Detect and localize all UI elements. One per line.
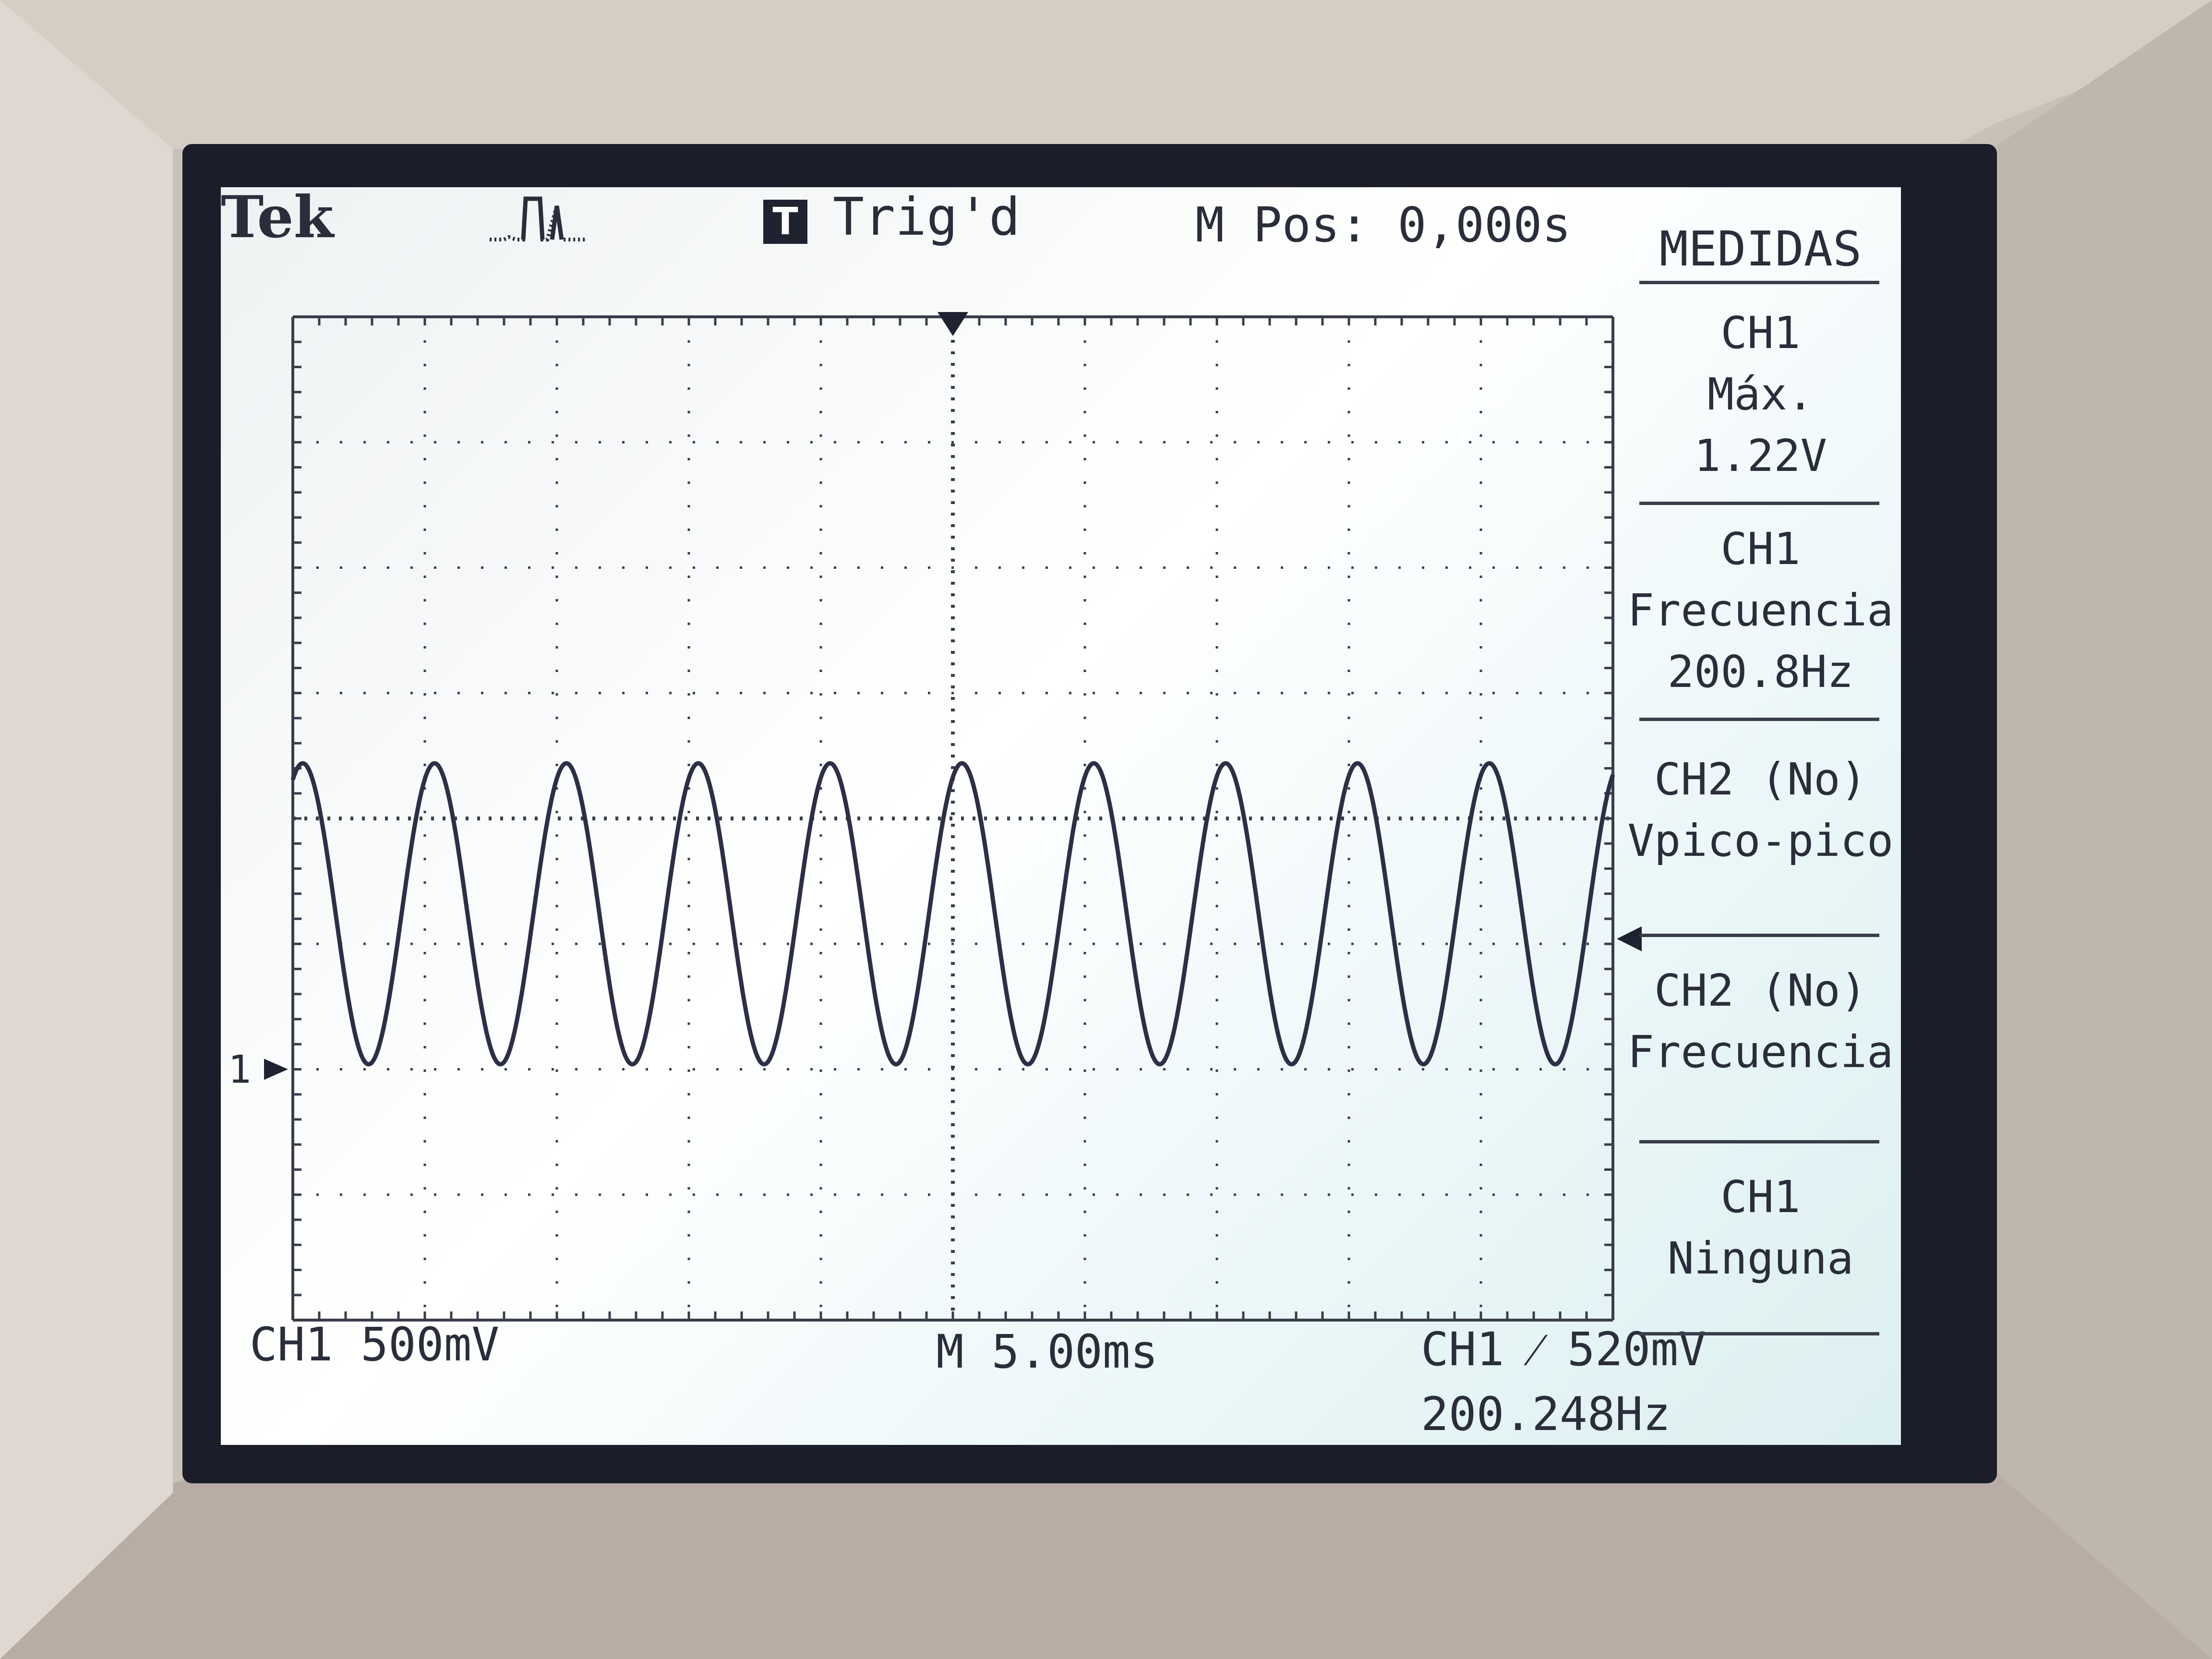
measurement-source: CH1 xyxy=(1720,523,1801,575)
measurement-type: Frecuencia xyxy=(1627,1026,1894,1078)
timebase-readout: M 5.00ms xyxy=(936,1325,1158,1379)
menu-divider xyxy=(1639,281,1879,284)
measurement-source: CH2 (No) xyxy=(1654,965,1867,1016)
measurement-slot-2[interactable]: CH1 Frecuencia 200.8Hz xyxy=(1620,518,1901,703)
menu-divider xyxy=(1639,1140,1879,1143)
measurement-type: Ninguna xyxy=(1667,1233,1854,1284)
measurement-type: Frecuencia xyxy=(1627,585,1894,636)
menu-divider xyxy=(1639,502,1879,505)
measurement-source: CH1 xyxy=(1720,1171,1801,1223)
menu-divider xyxy=(1639,934,1879,937)
measurement-slot-3[interactable]: CH2 (No) Vpico-pico xyxy=(1620,749,1901,872)
measurement-slot-1[interactable]: CH1 Máx. 1.22V xyxy=(1620,302,1901,487)
graticule-grid xyxy=(291,315,1614,1322)
measurement-slot-4[interactable]: CH2 (No) Frecuencia xyxy=(1620,960,1901,1083)
menu-divider xyxy=(1639,1332,1879,1335)
measurement-value: 200.8Hz xyxy=(1667,646,1854,697)
measurement-source: CH2 (No) xyxy=(1654,754,1867,805)
ch1-scale-readout: CH1 500mV xyxy=(250,1318,500,1371)
ch1-trace xyxy=(290,761,1615,1067)
measurement-source: CH1 xyxy=(1720,307,1801,359)
measurement-slot-5[interactable]: CH1 Ninguna xyxy=(1620,1166,1901,1289)
measurement-type: Vpico-pico xyxy=(1627,815,1894,866)
menu-divider xyxy=(1639,718,1879,721)
measurement-value: 1.22V xyxy=(1694,430,1827,481)
oscilloscope-screen: Tek T Trig'd M Pos: 0,000s 1 CH1 500mV M… xyxy=(221,187,1901,1445)
ch1-ground-marker-label: 1 xyxy=(228,1047,251,1092)
ch1-ground-marker xyxy=(264,1058,288,1080)
measurement-type: Máx. xyxy=(1707,369,1814,420)
menu-title: MEDIDAS xyxy=(1659,221,1862,277)
measurements-menu: MEDIDAS CH1 Máx. 1.22V CH1 Frecuencia 20… xyxy=(1620,202,1901,1431)
trigger-position-marker xyxy=(938,312,968,336)
